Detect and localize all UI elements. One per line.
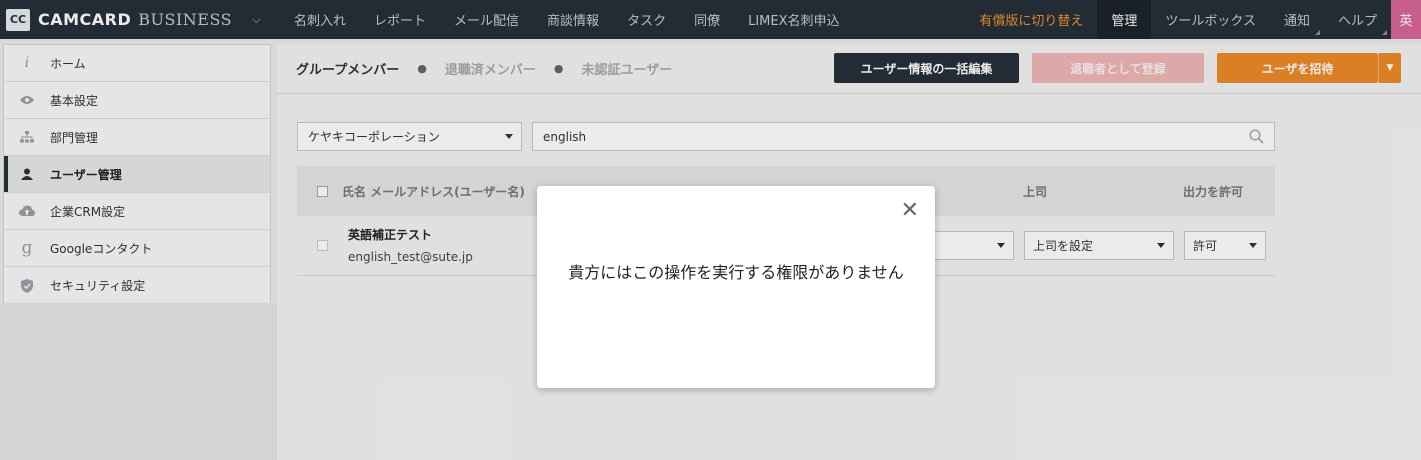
sidebar-empty-area xyxy=(0,303,277,460)
close-icon[interactable]: ✕ xyxy=(901,200,919,222)
dialog-message: 貴方にはこの操作を実行する権限がありません xyxy=(568,263,904,282)
permission-dialog: ✕ 貴方にはこの操作を実行する権限がありません xyxy=(537,186,935,388)
